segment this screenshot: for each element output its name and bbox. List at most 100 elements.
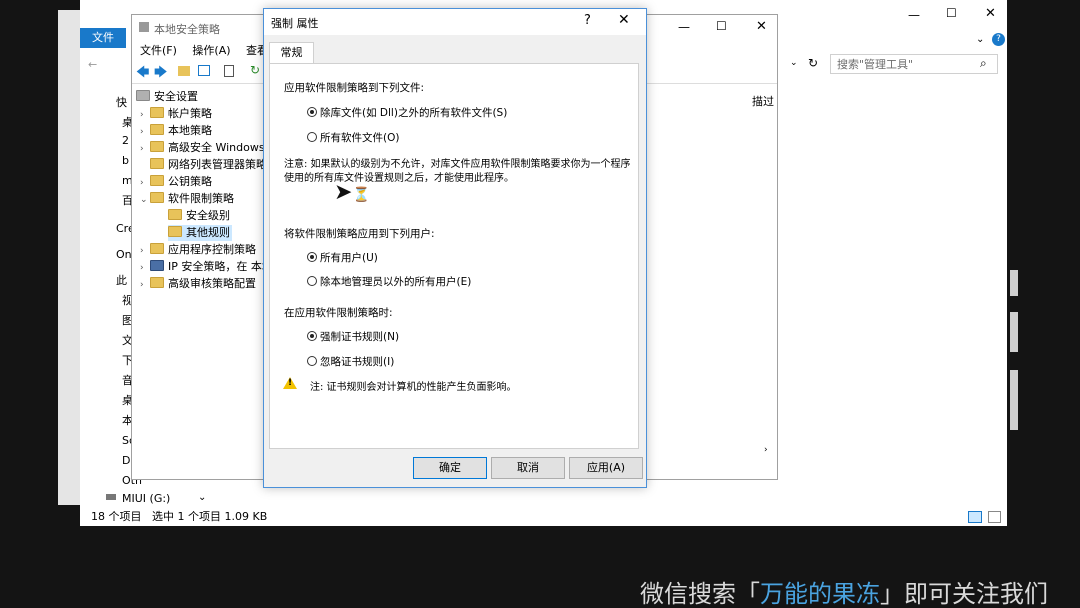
general-panel: 应用软件限制策略到下列文件: 除库文件(如 Dll)之外的所有软件文件(S) 所… — [269, 63, 639, 449]
radio-enforce-certificate-label[interactable]: 强制证书规则(N) — [320, 329, 399, 344]
dialog-title: 强制 属性 — [271, 17, 319, 30]
chevron-right-icon[interactable]: › — [140, 107, 150, 123]
radio-except-libraries[interactable] — [307, 107, 317, 117]
tree-item-software-restriction[interactable]: ⌄ 软件限制策略 — [140, 191, 234, 207]
menu-file[interactable]: 文件(F) — [140, 44, 177, 57]
policy-tree: 安全设置 › 帐户策略 › 本地策略 › 高级安全 Windows 网络列表管理器策略… — [132, 87, 273, 467]
folder-open-icon — [150, 192, 164, 203]
radio-ignore-certificate-rules[interactable] — [307, 356, 317, 366]
watermark-suffix: 」即可关注我们 — [880, 580, 1048, 608]
column-header-description[interactable]: 描过 — [752, 93, 774, 109]
chevron-right-icon[interactable]: › — [140, 124, 150, 140]
back-arrow-icon[interactable]: ← — [88, 58, 97, 71]
folder-icon — [150, 107, 164, 118]
secpol-title: 本地安全策略 — [154, 23, 220, 36]
watermark-highlight: 万能的果冻 — [760, 580, 880, 608]
secpol-app-icon — [139, 22, 149, 32]
nav-item[interactable]: 此 — [116, 272, 127, 290]
cancel-button[interactable]: 取消 — [491, 457, 565, 479]
radio-except-admins-label[interactable]: 除本地管理员以外的所有用户(E) — [320, 274, 471, 289]
chevron-right-icon[interactable]: › — [140, 141, 150, 157]
refresh-icon[interactable]: ↻ — [808, 56, 818, 70]
radio-except-admins[interactable] — [307, 276, 317, 286]
tree-item-network-list[interactable]: 网络列表管理器策略 — [140, 157, 267, 173]
maximize-icon[interactable]: ☐ — [716, 19, 727, 33]
busy-cursor-icon: ➤⏳ — [334, 180, 370, 205]
nav-item[interactable]: 快 — [116, 94, 127, 112]
folder-icon — [150, 243, 164, 254]
tree-item-ip-security[interactable]: › IP 安全策略，在 本地 — [140, 259, 273, 275]
refresh-icon[interactable]: ↻ — [250, 63, 260, 77]
chevron-right-icon[interactable]: › — [140, 260, 150, 276]
nav-item[interactable]: MIUI (G:) — [122, 490, 170, 508]
watermark-prefix: 微信搜索「 — [640, 580, 760, 608]
tree-item-security-settings[interactable]: 安全设置 — [136, 89, 198, 105]
nav-item[interactable]: 2 — [122, 132, 129, 150]
note-line-2: 使用的所有库文件设置规则之后，才能使用此程序。 — [284, 173, 514, 184]
tree-item-additional-rules[interactable]: 其他规则 — [168, 225, 232, 241]
chevron-down-icon[interactable]: ⌄ — [140, 192, 150, 208]
item-count: 18 个项目 — [91, 510, 142, 523]
minimize-icon[interactable]: — — [678, 20, 690, 34]
close-icon[interactable]: ✕ — [618, 12, 630, 28]
background-stripe — [58, 10, 80, 505]
drive-icon — [106, 494, 116, 500]
clipboard-icon[interactable] — [224, 65, 234, 77]
nav-item[interactable]: D — [122, 452, 130, 470]
radio-except-libraries-label[interactable]: 除库文件(如 Dll)之外的所有软件文件(S) — [320, 105, 507, 120]
folder-icon — [150, 277, 164, 288]
help-icon[interactable]: ? — [992, 33, 1005, 46]
close-icon[interactable]: ✕ — [756, 19, 767, 34]
radio-all-software[interactable] — [307, 132, 317, 142]
ok-button[interactable]: 确定 — [413, 457, 487, 479]
tab-general[interactable]: 常规 — [269, 42, 314, 64]
section-apply-to-users: 将软件限制策略应用到下列用户: — [284, 228, 435, 240]
chevron-right-icon[interactable]: › — [140, 277, 150, 293]
tree-item-security-levels[interactable]: 安全级别 — [168, 208, 230, 224]
search-icon[interactable]: ⌕ — [980, 56, 987, 71]
scroll-right-icon[interactable]: › — [764, 445, 768, 455]
folder-icon — [150, 175, 164, 186]
tree-item-advanced-firewall[interactable]: › 高级安全 Windows — [140, 140, 265, 156]
background-stripe — [1010, 312, 1018, 352]
chevron-right-icon[interactable]: › — [140, 243, 150, 259]
network-policy-icon — [150, 260, 164, 271]
file-tab[interactable]: 文件 — [80, 28, 126, 48]
search-input[interactable]: 搜索"管理工具" — [830, 54, 998, 74]
radio-all-users-label[interactable]: 所有用户(U) — [320, 250, 378, 265]
show-tree-icon[interactable] — [198, 65, 210, 76]
close-icon[interactable]: ✕ — [985, 6, 996, 21]
radio-all-software-label[interactable]: 所有软件文件(O) — [320, 130, 399, 145]
minimize-icon[interactable]: — — [908, 8, 920, 22]
warning-text: 注: 证书规则会对计算机的性能产生负面影响。 — [310, 382, 517, 393]
radio-ignore-certificate-label[interactable]: 忽略证书规则(I) — [320, 354, 394, 369]
watermark: 微信搜索「万能的果冻」即可关注我们 — [640, 574, 1080, 608]
chevron-down-icon[interactable]: ⌄ — [198, 492, 206, 503]
help-icon[interactable]: ? — [584, 13, 591, 28]
tree-item-app-control[interactable]: › 应用程序控制策略 — [140, 242, 256, 258]
status-bar: 18 个项目 选中 1 个项目 1.09 KB — [80, 508, 1007, 526]
dropdown-icon[interactable]: ⌄ — [790, 58, 798, 68]
nav-item[interactable]: b — [122, 152, 129, 170]
details-view-icon[interactable] — [968, 511, 982, 523]
chevron-right-icon[interactable]: › — [140, 175, 150, 191]
tree-item-advanced-audit[interactable]: › 高级审核策略配置 — [140, 276, 256, 292]
menu-action[interactable]: 操作(A) — [192, 44, 230, 57]
nav-item[interactable]: On — [116, 246, 132, 264]
background-stripe — [1010, 270, 1018, 296]
tree-item-local-policies[interactable]: › 本地策略 — [140, 123, 212, 139]
large-icons-view-icon[interactable] — [988, 511, 1001, 523]
section-when-applying: 在应用软件限制策略时: — [284, 307, 393, 319]
folder-icon — [150, 141, 164, 152]
tree-item-public-key[interactable]: › 公钥策略 — [140, 174, 212, 190]
tree-item-account-policies[interactable]: › 帐户策略 — [140, 106, 212, 122]
up-folder-icon[interactable] — [178, 66, 190, 76]
maximize-icon[interactable]: ☐ — [946, 6, 957, 20]
chevron-down-icon[interactable]: ⌄ — [976, 34, 984, 45]
apply-button[interactable]: 应用(A) — [569, 457, 643, 479]
radio-enforce-certificate-rules[interactable] — [307, 331, 317, 341]
properties-dialog: 强制 属性 ? ✕ 常规 应用软件限制策略到下列文件: 除库文件(如 Dll)之… — [263, 8, 647, 488]
radio-all-users[interactable] — [307, 252, 317, 262]
forward-arrow-icon[interactable]: 🡆 — [154, 63, 167, 85]
back-arrow-icon[interactable]: 🡄 — [136, 63, 149, 85]
